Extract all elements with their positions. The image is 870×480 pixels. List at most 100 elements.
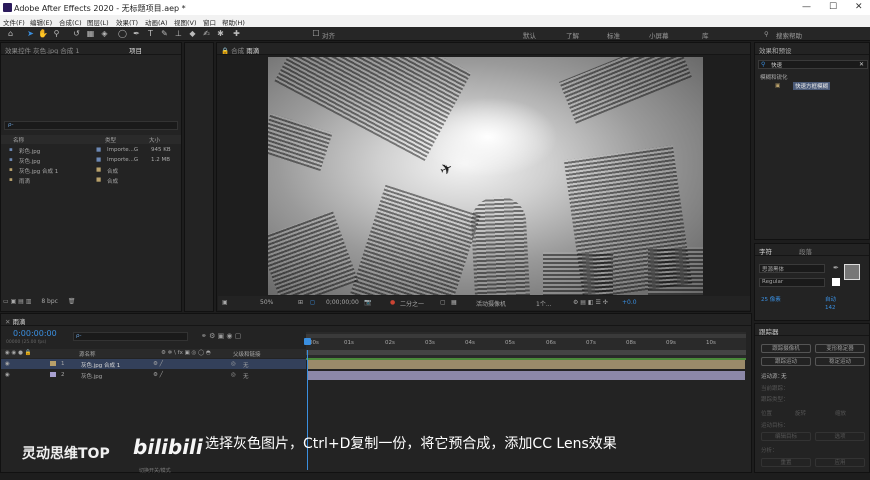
camera-select[interactable]: 活动摄像机 (476, 299, 506, 308)
comp-time[interactable]: 0;00;00;00 (326, 299, 359, 306)
effect-category[interactable]: 模糊和锐化 (760, 73, 788, 81)
zoom-select[interactable]: 50% (260, 299, 273, 306)
rotate-tool-icon[interactable]: ↺ (72, 29, 81, 38)
minimize-button[interactable]: — (802, 2, 811, 12)
switch-icons[interactable]: ⚙ ╱ (153, 361, 163, 367)
selection-tool-icon[interactable]: ➤ (26, 29, 35, 38)
layer-bar[interactable] (307, 360, 745, 369)
fast-preview-icon[interactable]: ⚙ ▤ ◧ ☰ ✣ (573, 299, 608, 306)
character-tab[interactable]: 字符 (759, 248, 772, 255)
menu-edit[interactable]: 编辑(E) (30, 17, 52, 27)
track-motion-button[interactable]: 跟踪运动 (761, 357, 811, 366)
menu-file[interactable]: 文件(F) (3, 17, 25, 27)
clear-search-icon[interactable]: ✕ (859, 61, 864, 68)
list-item[interactable]: ▪ 灰色.jpg ■ Importe...G 1.2 MB (1, 156, 181, 165)
list-item[interactable]: ▪ 灰色.jpg 合成 1 ■ 合成 (1, 166, 181, 175)
tracking-value[interactable]: 142 (825, 305, 836, 311)
trash-icon[interactable]: 🗑 (68, 298, 76, 305)
mask-icon[interactable]: ◻ (310, 299, 315, 306)
parent-select[interactable]: 无 (243, 372, 249, 380)
col-source-name[interactable]: 源名称 (79, 350, 96, 358)
stabilize-motion-button[interactable]: 稳定运动 (815, 357, 865, 366)
menu-effect[interactable]: 效果(T) (116, 17, 138, 27)
hand-tool-icon[interactable]: ✋ (38, 29, 48, 38)
motion-source-select[interactable]: 无 (781, 372, 787, 380)
exposure-value[interactable]: +0.0 (622, 299, 637, 306)
zoom-slider[interactable] (306, 350, 746, 355)
workspace-default[interactable]: 默认 (523, 30, 536, 40)
toggle-switches-modes[interactable]: 切换开关/模式 (139, 467, 171, 474)
interpret-icon[interactable]: ▭ ▣ ▤ ▥ (3, 298, 31, 305)
roto-tool-icon[interactable]: ✍ (202, 29, 211, 38)
eyedropper-icon[interactable]: ✒ (833, 264, 839, 272)
type-tool-icon[interactable]: T (146, 29, 155, 38)
transparency-grid-icon[interactable]: ▦ (451, 299, 457, 306)
visibility-icon[interactable]: ◉ (5, 372, 10, 378)
col-size[interactable]: 大小 (149, 136, 160, 144)
rotation-checkbox[interactable]: 旋转 (795, 409, 806, 417)
menu-layer[interactable]: 图层(L) (87, 17, 109, 27)
close-tab-icon[interactable]: ✕ (5, 318, 10, 325)
project-tab[interactable]: 项目 (129, 45, 142, 54)
effect-controls-tab[interactable]: 效果控件 灰色.jpg 合成 1 (5, 47, 79, 54)
tracker-title[interactable]: 跟踪器 (755, 324, 869, 336)
roi-icon[interactable]: ▢ (440, 299, 446, 306)
effects-search-input[interactable]: 快速 (758, 60, 868, 69)
menu-help[interactable]: 帮助(H) (222, 17, 245, 27)
workspace-library[interactable]: 库 (702, 30, 709, 40)
comp-tab-name[interactable]: 雨滴 (246, 47, 260, 54)
playhead-handle[interactable] (304, 338, 311, 345)
font-family-select[interactable]: 思源黑体 (759, 264, 825, 273)
magnification-icon[interactable]: ▣ (222, 299, 228, 306)
list-item[interactable]: ▪ 彩色.jpg ■ Importe...G 945 KB (1, 146, 181, 155)
effect-item[interactable]: 快速方框模糊 (793, 82, 831, 90)
pen-tool-icon[interactable]: ✒ (132, 29, 141, 38)
workspace-learn[interactable]: 了解 (566, 30, 579, 40)
col-parent[interactable]: 父级和链接 (233, 350, 261, 358)
pickwhip-icon[interactable]: ◎ (231, 361, 236, 367)
bpc-label[interactable]: 8 bpc (41, 298, 58, 305)
list-item[interactable]: ▪ 雨滴 ■ 合成 (1, 176, 181, 185)
effects-presets-title[interactable]: 效果和预设 (755, 43, 869, 55)
parent-select[interactable]: 无 (243, 361, 249, 369)
align-checkbox-icon[interactable]: ☐ (312, 29, 320, 38)
table-row[interactable]: ◉ 1 灰色.jpg 合成 1 ⚙ ╱ ◎ 无 (1, 359, 306, 369)
project-search-input[interactable]: ρ- (4, 121, 178, 130)
switch-icons[interactable]: ⚙ ╱ (153, 372, 163, 378)
close-button[interactable]: ✕ (855, 2, 863, 12)
visibility-icon[interactable]: ◉ (5, 361, 10, 367)
views-select[interactable]: 1个... (536, 299, 552, 308)
menu-window[interactable]: 窗口 (203, 17, 216, 27)
home-icon[interactable]: ⌂ (6, 29, 15, 38)
composition-viewer-image[interactable]: ✈ (268, 57, 703, 295)
color-channel-icon[interactable]: ● (390, 299, 395, 306)
menu-view[interactable]: 视图(V) (174, 17, 197, 27)
leading-value[interactable]: 自动 (825, 295, 836, 303)
resolution-select[interactable]: 二分之一 (400, 299, 424, 308)
eraser-tool-icon[interactable]: ◆ (188, 29, 197, 38)
col-type[interactable]: 类型 (105, 136, 116, 144)
maximize-button[interactable]: ☐ (829, 2, 837, 12)
font-style-select[interactable]: Regular (759, 278, 825, 287)
zoom-tool-icon[interactable]: ⚲ (52, 29, 61, 38)
layer-bar[interactable] (307, 371, 745, 380)
puppet-tool-icon[interactable]: ✱ (216, 29, 225, 38)
layer-name[interactable]: 灰色.jpg 合成 1 (81, 361, 120, 369)
timeline-tab[interactable]: 雨滴 (13, 318, 26, 325)
paragraph-tab[interactable]: 段落 (799, 246, 812, 255)
time-ruler[interactable]: 00s 01s 02s 03s 04s 05s 06s 07s 08s 09s … (306, 332, 746, 358)
menu-animation[interactable]: 动画(A) (145, 17, 168, 27)
search-help-icon[interactable]: ⚲ (764, 30, 769, 38)
position-checkbox[interactable]: 位置 (761, 409, 772, 417)
pan-behind-tool-icon[interactable]: ◈ (100, 29, 109, 38)
menu-composition[interactable]: 合成(C) (59, 17, 82, 27)
workspace-standard[interactable]: 标准 (607, 30, 620, 40)
workspace-small-screen[interactable]: 小屏幕 (649, 30, 669, 40)
table-row[interactable]: ◉ 2 灰色.jpg ⚙ ╱ ◎ 无 (1, 370, 306, 380)
scale-checkbox[interactable]: 缩放 (835, 409, 846, 417)
stroke-color-swatch[interactable] (832, 278, 840, 286)
camera-tool-icon[interactable]: ▦ (86, 29, 95, 38)
warp-stabilizer-button[interactable]: 变形稳定器 (815, 344, 865, 353)
ellipse-tool-icon[interactable]: ◯ (118, 29, 127, 38)
lock-icon[interactable]: 🔒 (221, 47, 229, 54)
